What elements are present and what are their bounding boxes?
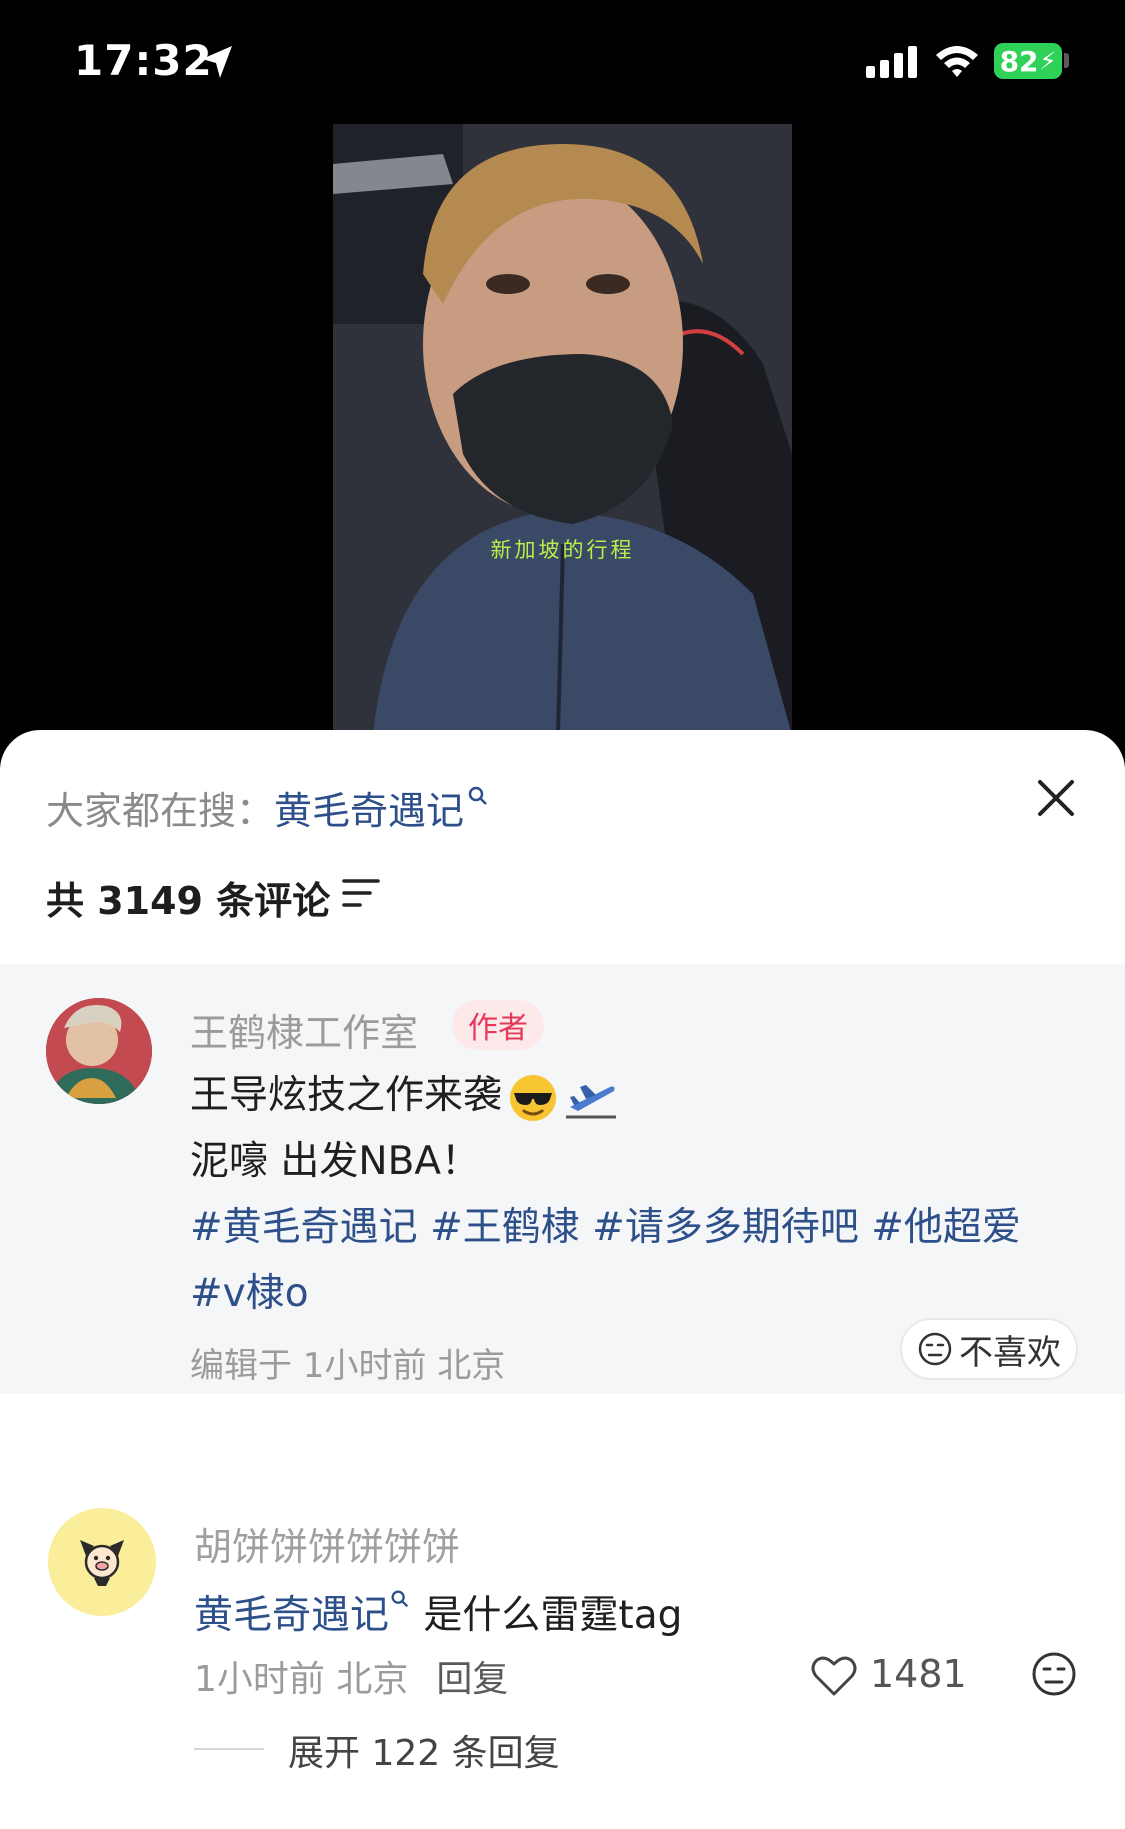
comment-text: 黄毛奇遇记 是什么雷霆tag [194,1584,682,1640]
dislike-button[interactable]: 不喜欢 [900,1318,1078,1380]
search-icon [468,786,487,805]
avatar[interactable] [48,1508,156,1616]
battery-indicator: 82 ⚡ [994,43,1062,79]
avatar-image [46,998,152,1104]
dislike-label: 不喜欢 [959,1332,1061,1373]
heart-icon[interactable] [810,1654,858,1698]
author-comment: 王鹤棣工作室 作者 王导炫技之作来袭 泥嚎 出发NBA！ #黄毛奇遇记 #王鹤棣… [0,964,1125,1394]
trending-label: 大家都在搜： [46,789,275,833]
comment-count: 共 3149 条评论 [46,879,331,923]
like-count: 1481 [870,1652,967,1696]
commenter-name[interactable]: 胡饼饼饼饼饼饼 [194,1516,460,1571]
expand-divider [194,1748,264,1750]
pig-avatar-icon [80,1540,124,1586]
reply-button[interactable]: 回复 [436,1659,508,1700]
battery-level: 82 [999,44,1039,78]
location-arrow-icon [202,46,232,78]
search-icon [391,1590,409,1608]
trending-term-link[interactable]: 黄毛奇遇记 [274,789,464,833]
comment-time-location: 1小时前 北京 [194,1659,409,1700]
video-frame-image [333,124,792,735]
author-name[interactable]: 王鹤棣工作室 [190,1002,418,1057]
close-icon[interactable] [1034,776,1078,820]
status-bar: 17:32 82 ⚡ [0,0,1125,120]
sunglasses-emoji-icon [510,1074,557,1121]
airplane-departure-icon [566,1084,617,1118]
trending-search: 大家都在搜：黄毛奇遇记 [46,780,490,835]
post-line-1: 王导炫技之作来袭 [190,1064,618,1123]
video-subtitle: 新加坡的行程 [490,538,635,562]
cellular-signal-icon [866,46,917,78]
comment-item: 胡饼饼饼饼饼饼 黄毛奇遇记 是什么雷霆tag 1小时前 北京 回复 1481 展开… [0,1462,1125,1829]
comment-topic-link[interactable]: 黄毛奇遇记 [194,1593,389,1638]
video-player[interactable]: 新加坡的行程 [333,124,792,735]
edit-meta: 编辑于 1小时前 北京 [190,1346,506,1386]
comments-panel: 大家都在搜：黄毛奇遇记 共 3149 条评论 王鹤棣工作室 作者 王导炫技之作来… [0,730,1125,1829]
clock: 17:32 [74,36,213,85]
post-line-2: 泥嚎 出发NBA！ [190,1139,481,1184]
expand-replies-button[interactable]: 展开 122 条回复 [288,1724,560,1776]
comment-meta: 1小时前 北京 回复 [194,1650,508,1702]
hashtags-line-1[interactable]: #黄毛奇遇记 #王鹤棣 #请多多期待吧 #他超爱 [190,1196,1021,1252]
battery-cap [1064,53,1069,68]
avatar[interactable] [46,998,152,1104]
wifi-icon [936,46,978,77]
neutral-face-icon[interactable] [1030,1650,1078,1698]
neutral-face-icon [918,1332,952,1366]
hashtags-line-2[interactable]: #v棣o [190,1262,309,1318]
post-text-1: 王导炫技之作来袭 [190,1073,503,1118]
sort-filter-icon[interactable] [342,876,382,910]
comment-text-rest: 是什么雷霆tag [411,1593,683,1638]
charging-bolt-icon: ⚡ [1039,47,1057,75]
author-badge: 作者 [452,1000,544,1050]
